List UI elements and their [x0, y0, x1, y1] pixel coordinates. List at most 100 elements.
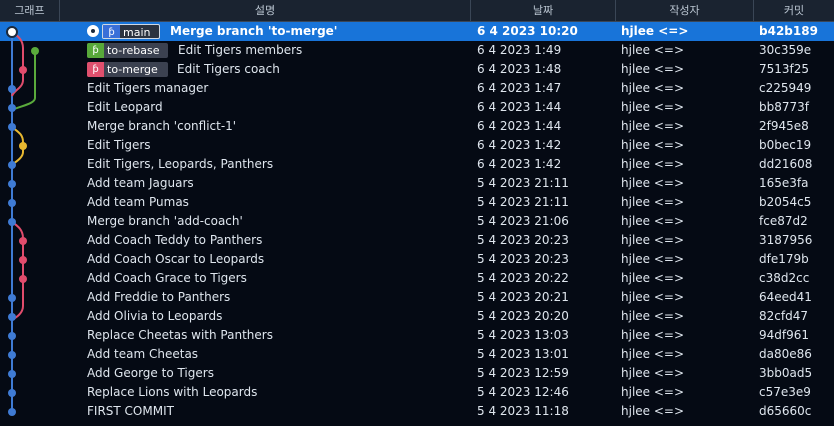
commit-message: Edit Tigers, Leopards, Panthers [87, 157, 274, 171]
commit-row[interactable]: Add Freddie to Panthers 5 4 2023 20:21 h… [0, 288, 834, 307]
column-header-date[interactable]: 날짜 [471, 0, 616, 21]
commit-hash: 2f945e8 [759, 119, 809, 133]
branch-tag-main[interactable]: ƥ main [102, 24, 160, 39]
commit-author: hjlee <=> [621, 233, 685, 247]
commit-row[interactable]: Edit Tigers, Leopards, Panthers 6 4 2023… [0, 155, 834, 174]
commit-message: Add Coach Teddy to Panthers [87, 233, 263, 247]
commit-author: hjlee <=> [621, 157, 685, 171]
graph-node[interactable] [8, 351, 16, 359]
commit-author: hjlee <=> [621, 290, 685, 304]
column-header-message[interactable]: 설명 [60, 0, 471, 21]
commit-row[interactable]: ƥ to-merge Edit Tigers coach 6 4 2023 1:4… [0, 60, 834, 79]
commit-row[interactable]: Edit Leopard 6 4 2023 1:44 hjlee <=> bb8… [0, 98, 834, 117]
commit-row[interactable]: Edit Tigers 6 4 2023 1:42 hjlee <=> b0be… [0, 136, 834, 155]
commit-row[interactable]: Add team Pumas 5 4 2023 21:11 hjlee <=> … [0, 193, 834, 212]
graph-node[interactable] [19, 275, 27, 283]
graph-node[interactable] [8, 199, 16, 207]
graph-node[interactable] [19, 256, 27, 264]
commit-row[interactable]: Add team Jaguars 5 4 2023 21:11 hjlee <=… [0, 174, 834, 193]
graph-node[interactable] [8, 370, 16, 378]
commit-row[interactable]: Replace Lions with Leopards 5 4 2023 12:… [0, 383, 834, 402]
branch-tag-label: main [123, 26, 151, 39]
commit-row[interactable]: Merge branch 'conflict-1' 6 4 2023 1:44 … [0, 117, 834, 136]
commit-hash: 82cfd47 [759, 309, 808, 323]
graph-node[interactable] [8, 123, 16, 131]
commit-hash: da80e86 [759, 347, 812, 361]
commit-message: Replace Cheetas with Panthers [87, 328, 273, 342]
commit-date: 5 4 2023 20:22 [477, 271, 569, 285]
graph-node[interactable] [8, 161, 16, 169]
commit-message: Edit Tigers coach [177, 62, 280, 76]
commit-hash: c225949 [759, 81, 812, 95]
commit-date: 6 4 2023 1:44 [477, 119, 562, 133]
commit-date: 6 4 2023 1:48 [477, 62, 562, 76]
commit-date: 6 4 2023 1:49 [477, 43, 562, 57]
commit-row[interactable]: Add team Cheetas 5 4 2023 13:01 hjlee <=… [0, 345, 834, 364]
commit-row[interactable]: Replace Cheetas with Panthers 5 4 2023 1… [0, 326, 834, 345]
branch-tag-to-merge[interactable]: ƥ to-merge [87, 62, 168, 77]
commit-author: hjlee <=> [621, 43, 685, 57]
commit-row[interactable]: Add Olivia to Leopards 5 4 2023 20:20 hj… [0, 307, 834, 326]
commit-message: Add Coach Grace to Tigers [87, 271, 247, 285]
graph-node[interactable] [8, 408, 16, 416]
commit-row[interactable]: Edit Tigers manager 6 4 2023 1:47 hjlee … [0, 79, 834, 98]
commit-message: Replace Lions with Leopards [87, 385, 258, 399]
commit-hash: b2054c5 [759, 195, 812, 209]
commit-message: Edit Leopard [87, 100, 163, 114]
branch-tag-label: to-rebase [107, 44, 160, 57]
commit-date: 6 4 2023 1:42 [477, 138, 562, 152]
graph-node[interactable] [8, 332, 16, 340]
commit-hash: dd21608 [759, 157, 813, 171]
commit-date: 5 4 2023 21:06 [477, 214, 569, 228]
commit-row[interactable]: Add Coach Teddy to Panthers 5 4 2023 20:… [0, 231, 834, 250]
commit-hash: c38d2cc [759, 271, 810, 285]
commit-row[interactable]: Merge branch 'add-coach' 5 4 2023 21:06 … [0, 212, 834, 231]
commit-author: hjlee <=> [621, 385, 685, 399]
commit-author: hjlee <=> [621, 347, 685, 361]
graph-node[interactable] [8, 218, 16, 226]
branch-icon: ƥ [103, 25, 120, 38]
graph-node[interactable] [8, 294, 16, 302]
commit-author: hjlee <=> [621, 176, 685, 190]
column-header-graph[interactable]: 그래프 [0, 0, 60, 21]
commit-message: Add team Cheetas [87, 347, 199, 361]
commit-graph [6, 26, 39, 416]
head-indicator-icon [87, 25, 99, 37]
graph-node[interactable] [8, 85, 16, 93]
commit-hash: 94df961 [759, 328, 810, 342]
commit-author: hjlee <=> [621, 24, 689, 38]
commit-date: 5 4 2023 13:03 [477, 328, 569, 342]
commit-row[interactable]: FIRST COMMIT 5 4 2023 11:18 hjlee <=> d6… [0, 402, 834, 421]
graph-node[interactable] [19, 66, 27, 74]
graph-node[interactable] [8, 389, 16, 397]
commit-author: hjlee <=> [621, 62, 685, 76]
column-header-commit[interactable]: 커밋 [754, 0, 834, 21]
commit-row[interactable]: Add George to Tigers 5 4 2023 12:59 hjle… [0, 364, 834, 383]
graph-node[interactable] [19, 237, 27, 245]
commit-author: hjlee <=> [621, 214, 685, 228]
commit-row[interactable]: Add Coach Oscar to Leopards 5 4 2023 20:… [0, 250, 834, 269]
branch-icon: ƥ [87, 43, 104, 58]
commit-date: 5 4 2023 20:23 [477, 233, 569, 247]
commit-row[interactable]: ƥ main Merge branch 'to-merge' 6 4 2023 1… [0, 22, 834, 41]
commit-date: 5 4 2023 21:11 [477, 195, 569, 209]
commit-row[interactable]: Add Coach Grace to Tigers 5 4 2023 20:22… [0, 269, 834, 288]
commit-row[interactable]: ƥ to-rebase Edit Tigers members 6 4 2023 … [0, 41, 834, 60]
graph-node[interactable] [31, 47, 39, 55]
commit-author: hjlee <=> [621, 195, 685, 209]
commit-hash: 7513f25 [759, 62, 810, 76]
commit-message: Edit Tigers [87, 138, 151, 152]
commit-author: hjlee <=> [621, 271, 685, 285]
branch-tag-label: to-merge [107, 63, 158, 76]
graph-node[interactable] [19, 142, 27, 150]
column-header-author[interactable]: 작성자 [616, 0, 754, 21]
branch-tag-to-rebase[interactable]: ƥ to-rebase [87, 43, 168, 58]
graph-node-head[interactable] [6, 26, 18, 38]
graph-node[interactable] [8, 313, 16, 321]
branch-icon: ƥ [87, 62, 104, 77]
commit-author: hjlee <=> [621, 138, 685, 152]
graph-node[interactable] [8, 180, 16, 188]
commit-message: Add Olivia to Leopards [87, 309, 223, 323]
commit-author: hjlee <=> [621, 309, 685, 323]
graph-node[interactable] [8, 104, 16, 112]
